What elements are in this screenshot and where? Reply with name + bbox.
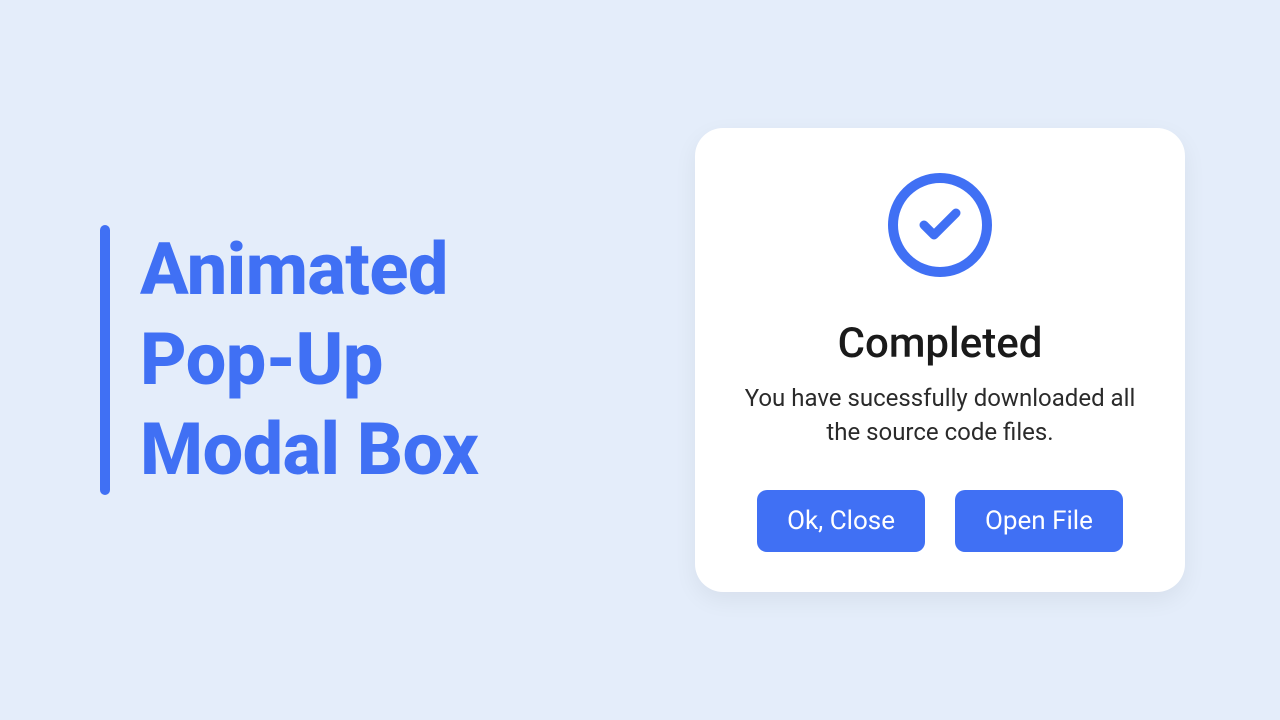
button-row: Ok, Close Open File <box>757 490 1123 552</box>
right-section: Completed You have sucessfully downloade… <box>660 128 1280 591</box>
close-button[interactable]: Ok, Close <box>757 490 925 552</box>
open-file-button[interactable]: Open File <box>955 490 1123 552</box>
modal-title: Completed <box>838 319 1043 368</box>
left-section: AnimatedPop-UpModal Box <box>0 225 660 495</box>
success-icon <box>888 173 992 277</box>
modal-description: You have sucessfully downloaded all the … <box>735 382 1145 449</box>
page-title: AnimatedPop-UpModal Box <box>140 225 478 495</box>
accent-bar <box>100 225 110 495</box>
title-container: AnimatedPop-UpModal Box <box>100 225 478 495</box>
modal-box: Completed You have sucessfully downloade… <box>695 128 1185 591</box>
checkmark-icon <box>916 201 964 249</box>
